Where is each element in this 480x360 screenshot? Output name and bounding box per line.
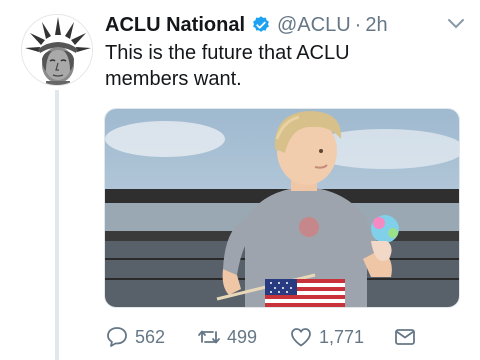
retweet-count: 499	[227, 326, 258, 347]
thread-connector-line	[55, 90, 59, 360]
retweet-button[interactable]: 499	[197, 325, 289, 349]
like-button[interactable]: 1,771	[289, 325, 393, 349]
like-count: 1,771	[319, 326, 365, 347]
tweet-photo[interactable]	[104, 108, 460, 308]
heart-icon	[291, 328, 311, 347]
separator-dot: ·	[354, 13, 362, 36]
verified-badge-icon	[253, 16, 269, 32]
retweet-icon	[198, 330, 220, 344]
reply-count: 562	[135, 326, 166, 347]
avatar[interactable]	[21, 14, 93, 86]
photo-image	[105, 109, 459, 307]
tweet-action-bar: 562 499 1,771	[105, 322, 465, 352]
chevron-down-icon[interactable]	[447, 18, 465, 30]
user-handle[interactable]: @ACLU	[277, 14, 351, 37]
statue-of-liberty-logo-icon	[22, 15, 92, 85]
display-name[interactable]: ACLU National	[105, 14, 245, 37]
tweet-timestamp[interactable]: 2h	[365, 14, 387, 37]
reply-button[interactable]: 562	[105, 325, 197, 349]
tweet-header: ACLU National @ACLU · 2h	[105, 12, 465, 38]
reply-icon	[107, 327, 127, 347]
direct-message-button[interactable]	[393, 325, 417, 349]
tweet-text: This is the future that ACLU members wan…	[105, 42, 350, 90]
mail-icon	[395, 329, 415, 345]
